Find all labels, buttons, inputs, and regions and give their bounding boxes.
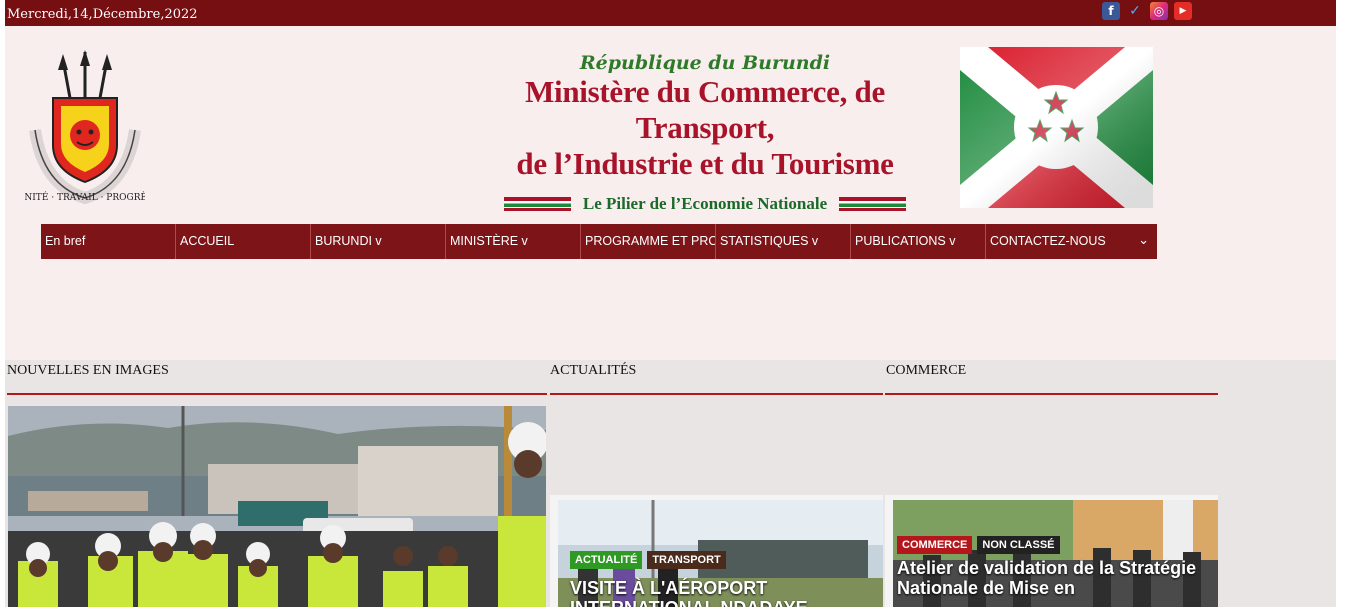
facebook-icon[interactable]: f [1102,2,1120,20]
news-photo-port-visit[interactable] [8,406,546,607]
main-navigation: En bref ACCUEIL BURUNDI v MINISTÈRE v PROGRA… [41,224,1157,259]
ministry-title-line2: de l’Industrie et du Tourisme [516,146,894,181]
social-links: f ✓ ◎ ▶ [1102,2,1192,20]
content-area: NOUVELLES EN IMAGES ACTUALITÉS COMMERCE [5,360,1336,607]
section-title-commerce: COMMERCE [886,363,967,378]
burundi-flag-image [960,47,1153,208]
tag-non-classe[interactable]: NON CLASSÉ [977,536,1060,554]
section-title-news: ACTUALITÉS [550,363,637,378]
nav-item-en-bref[interactable]: En bref [41,224,176,259]
nav-item-label: MINISTÈRE v [450,234,528,248]
nav-item-label: PUBLICATIONS v [855,234,956,248]
coat-of-arms-emblem: UNITÉ · TRAVAIL · PROGRÈS [25,50,145,205]
chevron-down-icon[interactable]: ⌄ [1138,232,1149,248]
current-date: Mercredi,14,Décembre,2022 [7,7,198,22]
nav-item-programme[interactable]: PROGRAMME ET PRO... [581,224,716,259]
section-divider [550,393,883,395]
commerce-card-tags: COMMERCE NON CLASSÉ [897,536,1060,554]
tagline-row: Le Pilier de l’Economie Nationale [495,194,915,214]
nav-item-label: PROGRAMME ET PRO... [585,234,716,248]
nav-item-statistiques[interactable]: STATISTIQUES v [716,224,851,259]
tag-commerce[interactable]: COMMERCE [897,536,973,554]
ministry-title-line1: Ministère du Commerce, de Transport, [525,74,885,145]
tag-actualite[interactable]: ACTUALITÉ [570,551,643,569]
nav-item-label: CONTACTEZ-NOUS [990,234,1106,248]
header-title-block: République du Burundi Ministère du Comme… [495,52,915,214]
nav-item-label: ACCUEIL [180,234,235,248]
news-card-headline[interactable]: VISITE À L'AÉROPORT INTERNATIONAL NDADAY… [570,578,870,607]
nav-item-ministere[interactable]: MINISTÈRE v [446,224,581,259]
nav-item-label: BURUNDI v [315,234,382,248]
republic-title: République du Burundi [579,52,831,74]
nav-item-label: STATISTIQUES v [720,234,819,248]
news-card-airport[interactable]: ACTUALITÉ TRANSPORT VISITE À L'AÉROPORT … [550,495,883,607]
nav-item-publications[interactable]: PUBLICATIONS v [851,224,986,259]
decorative-stripes [839,197,907,211]
tag-transport[interactable]: TRANSPORT [647,551,726,569]
instagram-icon[interactable]: ◎ [1150,2,1168,20]
nav-item-label: En bref [45,234,86,248]
page: Mercredi,14,Décembre,2022 f ✓ ◎ ▶ UNITÉ · T… [5,0,1336,607]
youtube-icon[interactable]: ▶ [1174,2,1192,20]
section-divider [7,393,547,395]
commerce-card-atelier[interactable]: COMMERCE NON CLASSÉ Atelier de validatio… [885,495,1218,607]
news-card-tags: ACTUALITÉ TRANSPORT [570,551,726,569]
section-divider [885,393,1218,395]
emblem-motto: UNITÉ · TRAVAIL · PROGRÈS [25,191,145,203]
twitter-icon[interactable]: ✓ [1126,2,1144,20]
tagline: Le Pilier de l’Economie Nationale [582,194,828,213]
nav-item-contact[interactable]: CONTACTEZ-NOUS ⌄ [986,224,1157,259]
decorative-stripes [503,197,571,211]
nav-item-accueil[interactable]: ACCUEIL [176,224,311,259]
nav-item-burundi[interactable]: BURUNDI v [311,224,446,259]
page-scrollbar[interactable] [1336,0,1348,607]
section-title-images: NOUVELLES EN IMAGES [7,363,169,378]
top-bar: Mercredi,14,Décembre,2022 f ✓ ◎ ▶ [5,0,1336,26]
commerce-card-headline[interactable]: Atelier de validation de la Stratégie Na… [897,558,1197,598]
